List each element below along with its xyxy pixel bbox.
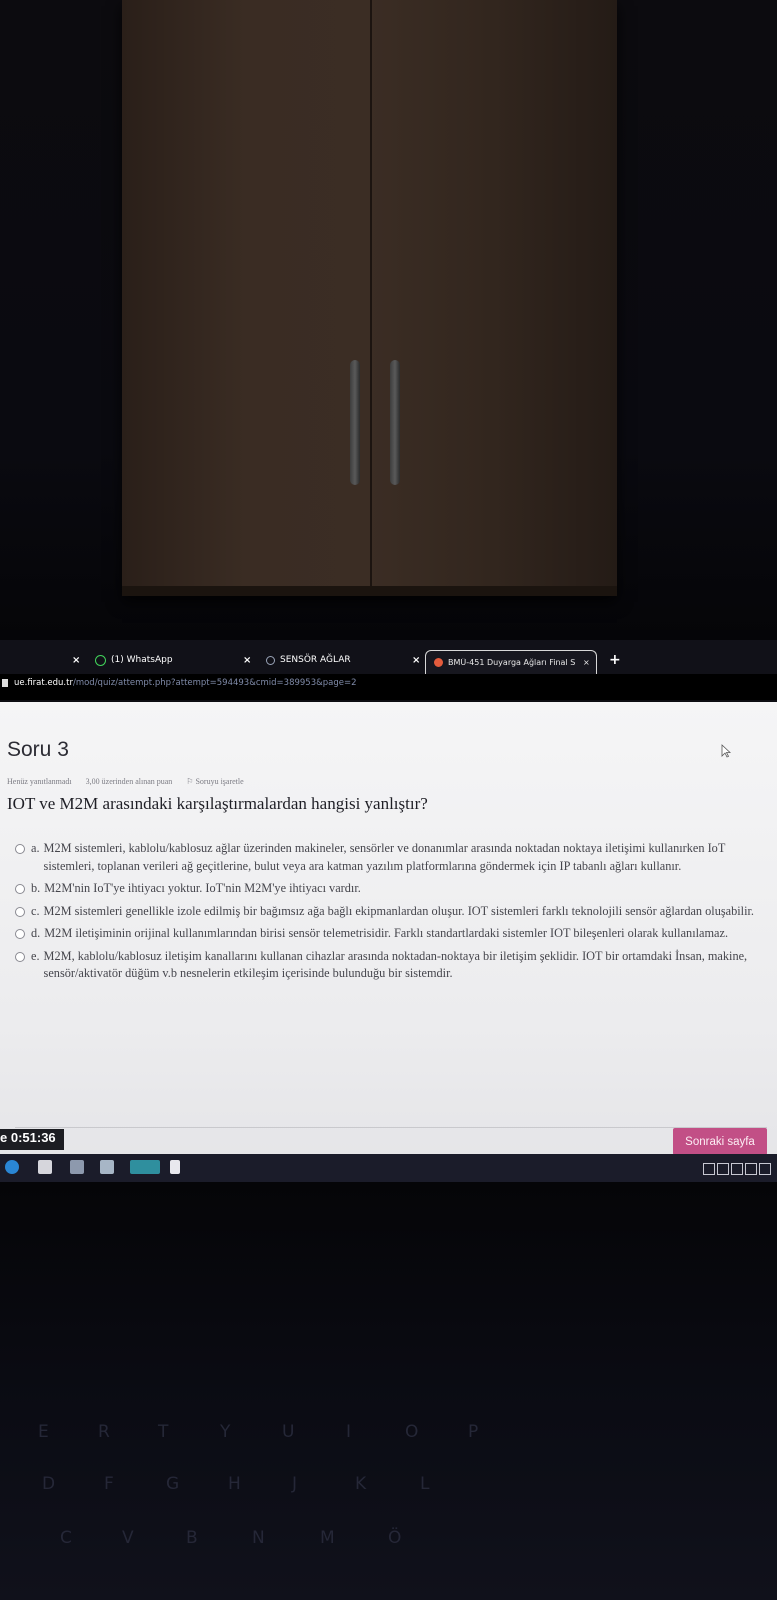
cabinet-handle-right [390,360,400,485]
url-host: ue.firat.edu.tr [14,678,73,688]
question-status: Henüz yanıtlanmadı [7,777,72,786]
option-letter: d. [31,926,41,940]
key: R [98,1422,110,1442]
divider [15,1127,767,1128]
answer-options: a. M2M sistemleri, kablolu/kablosuz ağla… [15,840,767,988]
question-title: Soru 3 [7,738,69,761]
tab-close-sensor[interactable]: × [412,650,420,670]
key: Y [220,1422,231,1442]
tab-close-left[interactable]: × [72,650,80,670]
quiz-timer: e 0:51:36 [0,1129,64,1150]
answer-option-b[interactable]: b. M2M'nin IoT'ye ihtiyacı yoktur. IoT'n… [15,880,767,898]
flag-label: Soruyu işaretle [195,777,244,786]
key: B [186,1528,198,1548]
question-points: 3,00 üzerinden alınan puan [85,777,173,786]
tray-chevron-icon[interactable] [703,1163,715,1175]
monitor-screen: × (1) WhatsApp × SENSÖR AĞLAR × BMÜ-451 … [0,640,777,1180]
lock-icon [2,679,8,687]
mouse-cursor-icon [721,744,731,758]
option-letter: e. [31,948,40,963]
cabinet-handle-left [350,360,360,485]
key: N [252,1528,265,1548]
option-text: M2M, kablolu/kablosuz iletişim kanalları… [43,948,748,981]
system-tray [703,1163,771,1175]
document-icon[interactable] [170,1160,180,1174]
key: T [158,1422,169,1442]
key: G [166,1474,180,1494]
moodle-icon [434,658,443,667]
option-text: M2M'nin IoT'ye ihtiyacı yoktur. IoT'nin … [44,881,361,895]
tray-volume-icon[interactable] [745,1163,757,1175]
next-page-button[interactable]: Sonraki sayfa [673,1128,767,1155]
key: M [320,1528,335,1548]
tab-bmu451-final[interactable]: BMÜ-451 Duyarga Ağları Final S × [425,650,597,674]
edge-icon[interactable] [5,1160,19,1174]
folder-icon[interactable] [100,1160,114,1174]
windows-taskbar [0,1154,777,1182]
new-tab-button[interactable]: + [609,652,621,668]
cabinet-door-left [122,0,372,596]
tab-sensor-aglar[interactable]: SENSÖR AĞLAR [266,650,351,670]
key: K [355,1474,367,1494]
question-info: Henüz yanıtlanmadı 3,00 üzerinden alınan… [7,777,244,786]
option-letter: c. [31,903,40,918]
option-text: M2M iletişiminin orijinal kullanımlarınd… [44,926,729,940]
cabinet-base [122,586,617,596]
radio-button[interactable] [15,884,25,894]
tab-label: SENSÖR AĞLAR [280,655,351,665]
key: E [38,1422,49,1442]
key: V [122,1528,134,1548]
key: J [292,1474,298,1494]
option-text: M2M sistemleri genellikle izole edilmiş … [43,903,754,918]
key: P [468,1422,479,1442]
key: U [282,1422,295,1442]
mail-icon[interactable] [70,1160,84,1174]
flag-question-link[interactable]: ⚐ Soruyu işaretle [186,777,243,786]
tray-network-icon[interactable] [731,1163,743,1175]
option-letter: b. [31,881,41,895]
radio-button[interactable] [15,906,25,917]
chrome-icon[interactable] [130,1160,160,1174]
url-path: /mod/quiz/attempt.php?attempt=594493&cmi… [72,678,357,688]
tray-wifi-icon[interactable] [759,1163,771,1175]
key: H [228,1474,241,1494]
browser-tabbar: × (1) WhatsApp × SENSÖR AĞLAR × BMÜ-451 … [0,640,777,674]
whatsapp-icon [95,654,106,666]
tab-label: BMÜ-451 Duyarga Ağları Final S [448,658,576,667]
cabinet-door-right [372,0,617,596]
key: O [405,1422,419,1442]
key: L [420,1474,430,1494]
tray-battery-icon[interactable] [717,1163,729,1175]
tab-close-whatsapp[interactable]: × [243,650,251,670]
key: I [346,1422,352,1442]
radio-button[interactable] [15,844,25,854]
radio-button[interactable] [15,929,25,939]
quiz-page: Soru 3 Henüz yanıtlanmadı 3,00 üzerinden… [0,702,777,1160]
tab-label: (1) WhatsApp [111,655,173,665]
laptop-keyboard: E R T Y U I O P D F G H J K L C V B N M … [0,1182,777,1600]
wooden-cabinet [122,0,617,596]
toolbar-strip [0,692,777,700]
key: F [104,1474,114,1494]
option-text: M2M sistemleri, kablolu/kablosuz ağlar ü… [43,841,726,873]
answer-option-c[interactable]: c. M2M sistemleri genellikle izole edilm… [15,903,767,921]
address-bar[interactable]: ue.firat.edu.tr /mod/quiz/attempt.php?at… [0,674,777,692]
key: C [60,1528,72,1548]
answer-option-e[interactable]: e. M2M, kablolu/kablosuz iletişim kanall… [15,948,767,983]
close-icon[interactable]: × [583,658,590,667]
answer-option-d[interactable]: d. M2M iletişiminin orijinal kullanımlar… [15,925,767,943]
option-letter: a. [31,841,40,855]
globe-icon [266,655,275,665]
tab-whatsapp[interactable]: (1) WhatsApp [95,650,173,670]
answer-option-a[interactable]: a. M2M sistemleri, kablolu/kablosuz ağla… [15,840,767,875]
store-icon[interactable] [38,1160,52,1174]
question-text: IOT ve M2M arasındaki karşılaştırmalarda… [7,794,428,813]
key: D [42,1474,56,1494]
radio-button[interactable] [15,951,25,962]
key: Ö [388,1528,402,1548]
